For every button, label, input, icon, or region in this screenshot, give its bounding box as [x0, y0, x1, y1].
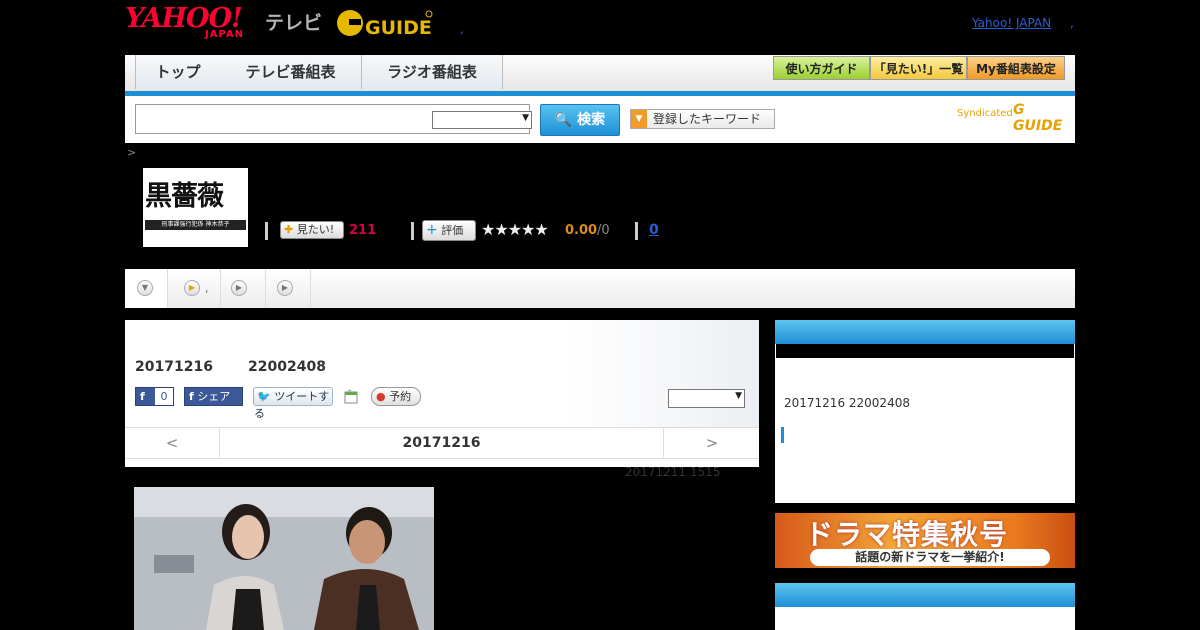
add-calendar-icon[interactable]: + — [344, 388, 358, 404]
review-count-link[interactable]: 0 — [649, 222, 659, 238]
program-thumbnail[interactable]: 黒薔薇 刑事課強行犯係 神木恭子 — [143, 168, 248, 247]
registered-keywords-label: 登録したキーワード — [653, 112, 762, 126]
yahoo-japan-logo[interactable]: YAHOO! JAPAN — [125, 4, 260, 44]
program-thumbnail-title: 黒薔薇 — [145, 181, 224, 212]
device-select[interactable]: ▼ — [668, 389, 745, 408]
banner-title: ドラマ特集秋号 — [805, 518, 1009, 551]
tab-tv-listings-label: テレビ番組表 — [245, 63, 336, 81]
rating-value: 0.00 — [565, 223, 598, 238]
want-to-watch-button[interactable]: ✚ 見たい! — [280, 221, 344, 239]
rate-button[interactable]: + 評価 — [422, 220, 476, 241]
subtab-2-label: , — [205, 282, 209, 295]
tab-top-label: トップ — [155, 63, 201, 81]
svg-text:+: + — [347, 388, 352, 395]
play-icon: ▶ — [231, 280, 247, 296]
syndicated-label: Syndicated — [957, 108, 1013, 119]
play-icon: ▶ — [184, 280, 200, 296]
program-thumbnail-caption: 刑事課強行犯係 神木恭子 — [145, 220, 246, 230]
reserve-button[interactable]: ● 予約 — [371, 387, 421, 406]
sidebar-info-subheader — [776, 344, 1074, 358]
gguide-logo[interactable]: GUIDE — [335, 6, 435, 42]
updated-timestamp: 20171211 1515 — [625, 465, 721, 479]
broadcast-panel-header: 20171216 22002408 f 0 f シェア 🐦 ツイートする + ●… — [125, 320, 759, 427]
air-date: 20171216 — [135, 359, 213, 375]
record-icon: ● — [376, 390, 386, 403]
chevron-down-icon: ▼ — [522, 113, 529, 123]
syndicated-gguide-logo: G GUIDE — [1013, 102, 1063, 134]
chevron-down-icon: ▼ — [631, 110, 647, 128]
header-dot: , — [460, 22, 464, 36]
rating-stars: ★★★★★ — [481, 220, 549, 239]
facebook-like-button[interactable]: f 0 — [135, 387, 174, 406]
subtab-2[interactable]: ▶ , — [168, 269, 221, 308]
search-bar: ▼ 🔍 検索 ▼ 登録したキーワード Syndicated G GUIDE — [125, 96, 1075, 143]
subtab-4[interactable]: ▶ — [266, 269, 311, 308]
tab-tv-listings[interactable]: テレビ番組表 — [220, 55, 362, 89]
sidebar-info-box: 20171216 22002408 — [775, 320, 1075, 503]
search-genre-select[interactable]: ▼ — [432, 111, 532, 129]
divider — [411, 222, 414, 240]
header-link-separator: , — [1070, 16, 1074, 30]
search-button-label: 検索 — [577, 112, 606, 128]
svg-text:GUIDE: GUIDE — [365, 17, 432, 39]
sidebar-info-text: 20171216 22002408 — [784, 396, 910, 410]
rating-count: /0 — [597, 223, 610, 238]
search-button[interactable]: 🔍 検索 — [540, 104, 620, 136]
subtab-1[interactable]: ▼ — [125, 269, 168, 308]
guide-buttons: 使い方ガイド 「見たい!」一覧 My番組表設定 — [773, 56, 1065, 80]
yahoo-logo-subtext: JAPAN — [205, 29, 244, 40]
my-listings-settings-button[interactable]: My番組表設定 — [967, 56, 1065, 80]
breadcrumb: > — [127, 146, 137, 159]
subtab-3[interactable]: ▶ — [221, 269, 266, 308]
gguide-logo-graphic: GUIDE — [337, 10, 433, 39]
facebook-share-label: シェア — [197, 390, 231, 403]
plus-icon: ✚ — [284, 223, 294, 236]
tab-radio-listings[interactable]: ラジオ番組表 — [362, 55, 503, 89]
banner-subtitle: 話題の新ドラマを一挙紹介! — [810, 549, 1050, 566]
facebook-icon: f — [140, 390, 145, 403]
program-photo — [134, 487, 434, 630]
facebook-like-count: 0 — [155, 388, 173, 405]
play-icon: ▶ — [277, 280, 293, 296]
rate-label: 評価 — [441, 224, 464, 237]
facebook-icon: f — [189, 390, 194, 403]
divider — [635, 222, 638, 240]
program-subtabs: ▼ ▶ , ▶ ▶ — [125, 269, 1075, 308]
broadcast-panel: 20171216 22002408 f 0 f シェア 🐦 ツイートする + ●… — [125, 320, 759, 467]
registered-keywords-button[interactable]: ▼ 登録したキーワード — [630, 109, 775, 129]
chevron-down-icon: ▼ — [137, 280, 153, 296]
calendar-icon-graphic: + — [344, 388, 358, 404]
reserve-label: 予約 — [389, 390, 412, 403]
global-nav: トップ テレビ番組表 ラジオ番組表 使い方ガイド 「見たい!」一覧 My番組表設… — [125, 55, 1075, 91]
want-to-watch-list-button[interactable]: 「見たい!」一覧 — [870, 56, 967, 80]
drama-special-banner[interactable]: ドラマ特集秋号 話題の新ドラマを一挙紹介! — [775, 513, 1075, 568]
sidebar-info-header — [775, 320, 1075, 344]
previous-date-button[interactable]: < — [125, 428, 220, 458]
facebook-share-button[interactable]: f シェア — [184, 387, 243, 406]
tab-top[interactable]: トップ — [135, 55, 221, 89]
date-pager: < 20171216 > — [125, 427, 759, 459]
twitter-bird-icon: 🐦 — [257, 390, 271, 403]
search-icon: 🔍 — [554, 112, 573, 128]
tab-radio-listings-label: ラジオ番組表 — [387, 63, 477, 81]
sidebar-info-marker — [781, 427, 784, 443]
want-to-watch-count: 211 — [349, 223, 377, 238]
plus-icon: + — [426, 222, 438, 238]
chevron-down-icon: ▼ — [735, 391, 742, 401]
want-to-watch-label: 見たい! — [296, 223, 335, 236]
air-time-code: 22002408 — [248, 359, 326, 375]
next-date-button[interactable]: > — [663, 428, 760, 458]
how-to-guide-button[interactable]: 使い方ガイド — [773, 56, 870, 80]
program-photo-graphic — [134, 487, 434, 630]
divider — [265, 222, 268, 240]
sidebar-box-2 — [775, 583, 1075, 630]
tweet-button[interactable]: 🐦 ツイートする — [253, 387, 333, 420]
tv-label: テレビ — [265, 12, 323, 34]
yahoo-japan-link[interactable]: Yahoo! JAPAN — [972, 16, 1051, 30]
current-date: 20171216 — [402, 435, 481, 451]
sidebar-box-2-header — [775, 583, 1075, 607]
